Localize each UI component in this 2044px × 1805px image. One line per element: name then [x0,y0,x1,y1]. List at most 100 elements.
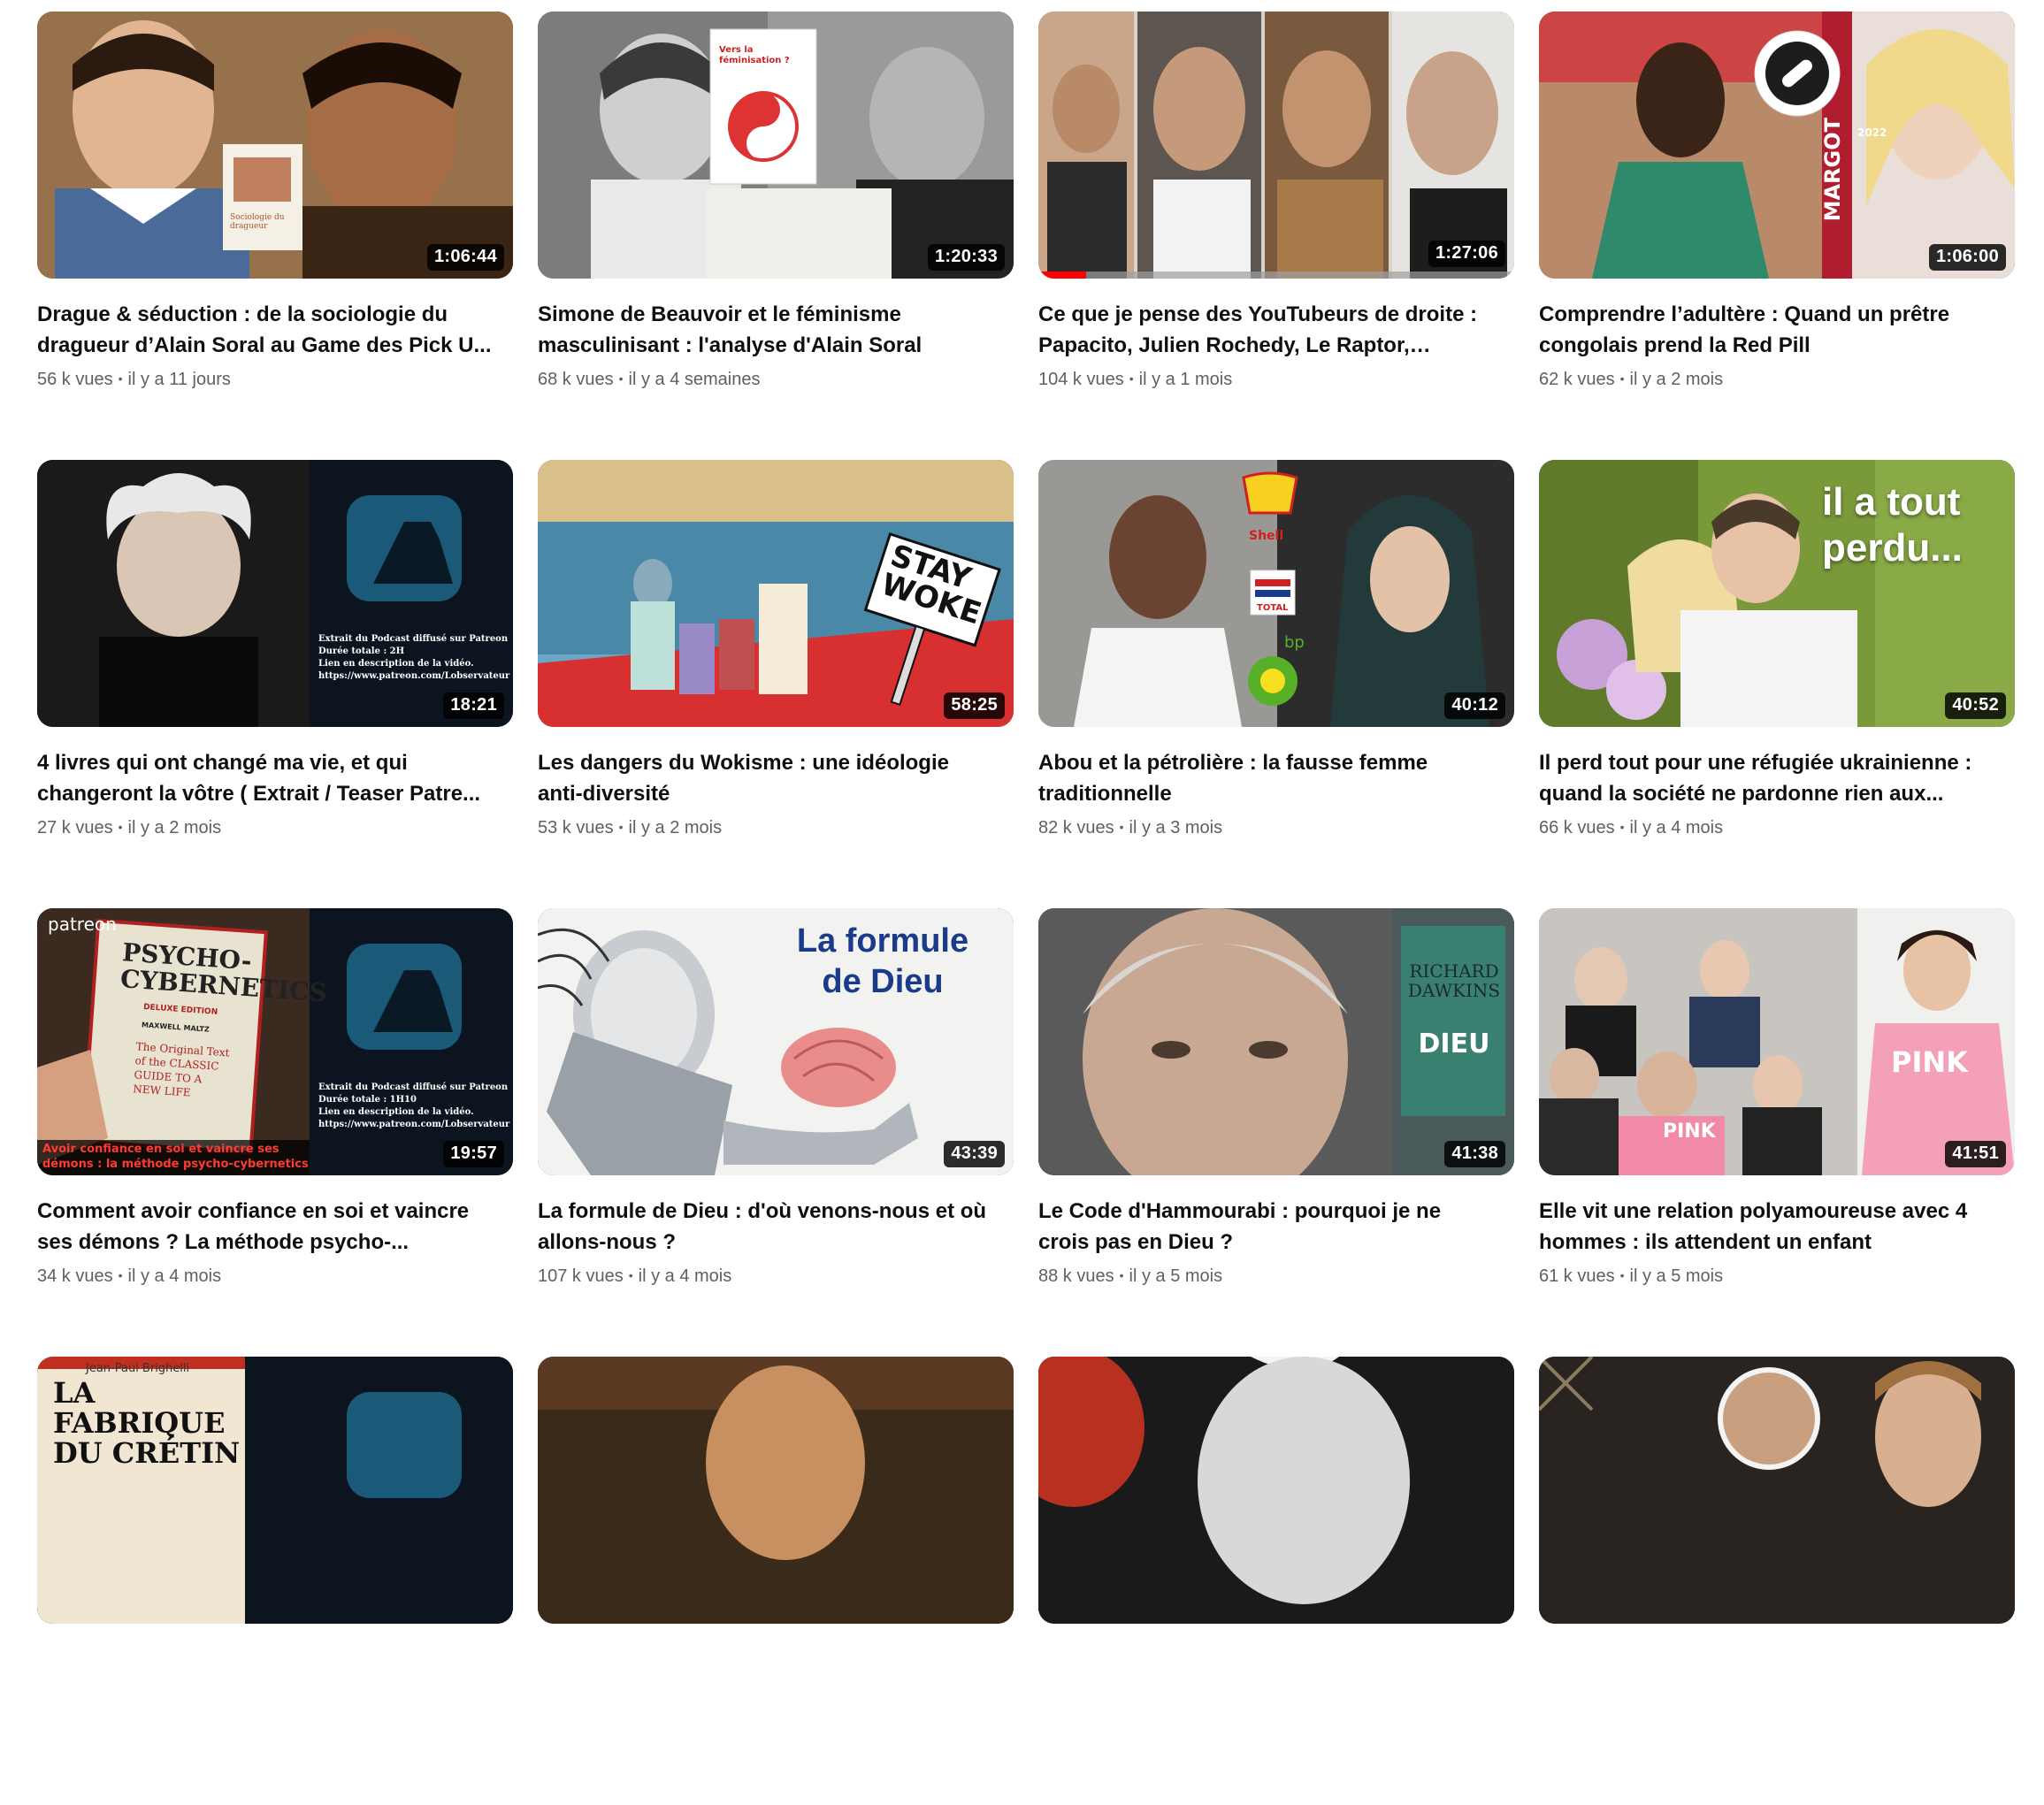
upload-age: il y a 5 mois [1129,1266,1223,1286]
video-meta: 66 k vues • il y a 4 mois [1539,818,2015,838]
duration-badge: 1:20:33 [927,244,1005,271]
video-title[interactable]: Abou et la pétrolière : la fausse femme … [1038,747,1514,809]
video-thumbnail[interactable] [1539,1357,2015,1624]
thumbnail-image [1539,1357,2015,1624]
video-meta: 107 k vues • il y a 4 mois [538,1266,1014,1287]
video-card[interactable]: STAY WOKE 58:25 Les dangers du Wokisme :… [538,460,1014,908]
video-title[interactable]: Simone de Beauvoir et le féminisme mascu… [538,299,1014,361]
brand-text: bp [1284,633,1305,652]
view-count: 68 k vues [538,370,614,389]
duration-badge: 1:06:00 [1928,244,2006,271]
video-title[interactable]: La formule de Dieu : d'où venons-nous et… [538,1196,1014,1258]
video-title[interactable]: Ce que je pense des YouTubeurs de droite… [1038,299,1514,361]
video-card[interactable]: La formule de Dieu 43:39 La formule de D… [538,908,1014,1357]
video-title[interactable]: Il perd tout pour une réfugiée ukrainien… [1539,747,2015,809]
upload-age: il y a 2 mois [1629,370,1724,389]
video-title[interactable]: Le Code d'Hammourabi : pourquoi je ne cr… [1038,1196,1514,1258]
video-title[interactable]: Elle vit une relation polyamoureuse avec… [1539,1196,2015,1258]
video-thumbnail[interactable]: Extrait du Podcast diffusé sur Patreon D… [37,460,513,727]
shirt-text: PINK [1663,1120,1716,1143]
video-thumbnail[interactable]: il a tout perdu... 40:52 [1539,460,2015,727]
video-thumbnail[interactable]: STAY WOKE 58:25 [538,460,1014,727]
thumbnail-image [1038,460,1514,727]
view-count: 107 k vues [538,1266,624,1286]
video-title[interactable]: Comprendre l’adultère : Quand un prêtre … [1539,299,2015,361]
video-meta: 88 k vues • il y a 5 mois [1038,1266,1514,1287]
year-text: 2022 [1857,126,1887,139]
video-thumbnail[interactable]: Shell TOTAL bp 40:12 [1038,460,1514,727]
video-title[interactable]: Drague & séduction : de la sociologie du… [37,299,513,361]
video-card[interactable]: MARGOT 2022 1:06:00 Comprendre l’adultèr… [1539,11,2015,460]
video-card[interactable]: Extrait du Podcast diffusé sur Patreon D… [37,460,513,908]
video-thumbnail[interactable]: 1:27:06 [1038,11,1514,279]
video-meta: 53 k vues • il y a 2 mois [538,818,1014,838]
video-card[interactable]: RICHARD DAWKINS DIEU 41:38 Le Code d'Ham… [1038,908,1514,1357]
upload-age: il y a 5 mois [1629,1266,1724,1286]
view-count: 61 k vues [1539,1266,1615,1286]
video-card[interactable]: il a tout perdu... 40:52 Il perd tout po… [1539,460,2015,908]
video-thumbnail[interactable]: Sociologie du dragueur 1:06:44 [37,11,513,279]
separator-dot: • [1129,371,1134,386]
duration-badge: 1:27:06 [1428,241,1505,267]
video-thumbnail[interactable]: patreon PSYCHO-CYBERNETICS DELUXE EDITIO… [37,908,513,1175]
video-card[interactable]: Shell TOTAL bp 40:12 Abou et la pétroliè… [1038,460,1514,908]
view-count: 56 k vues [37,370,113,389]
video-thumbnail[interactable]: RICHARD DAWKINS DIEU 41:38 [1038,908,1514,1175]
view-count: 104 k vues [1038,370,1124,389]
video-meta: 61 k vues • il y a 5 mois [1539,1266,2015,1287]
brand-text: Shell [1249,529,1284,543]
video-thumbnail[interactable]: Vers la féminisation ? 1:20:33 [538,11,1014,279]
separator-dot: • [618,820,624,834]
video-meta: 27 k vues • il y a 2 mois [37,818,513,838]
video-title[interactable]: 4 livres qui ont changé ma vie, et qui c… [37,747,513,809]
book-title-text: PSYCHO-CYBERNETICS [119,937,328,1008]
video-card[interactable]: PINK PINK 41:51 Elle vit une relation po… [1539,908,2015,1357]
caption-line: https://www.patreon.com/Lobservateur [318,1120,510,1129]
brand-vertical-text: MARGOT [1820,118,1845,222]
upload-age: il y a 3 mois [1129,818,1223,837]
view-count: 27 k vues [37,818,113,837]
bottom-caption: Avoir confiance en soi et vaincre ses dé… [42,1142,309,1172]
caption-line: https://www.patreon.com/Lobservateur [318,671,510,681]
caption-line: Durée totale : 1H10 [318,1095,417,1105]
caption-line: Lien en description de la vidéo. [318,659,474,669]
video-card[interactable]: Sociologie du dragueur 1:06:44 Drague & … [37,11,513,460]
upload-age: il y a 1 mois [1138,370,1233,389]
book-title-text: Sociologie du dragueur [230,213,285,231]
video-card[interactable]: patreon PSYCHO-CYBERNETICS DELUXE EDITIO… [37,908,513,1357]
video-card[interactable] [1038,1357,1514,1805]
view-count: 62 k vues [1539,370,1615,389]
patreon-caption: Extrait du Podcast diffusé sur Patreon D… [318,1082,509,1131]
shirt-text: PINK [1891,1045,1968,1079]
video-card[interactable] [538,1357,1014,1805]
video-thumbnail[interactable]: PINK PINK 41:51 [1539,908,2015,1175]
thumbnail-image [1539,908,2015,1175]
upload-age: il y a 4 mois [127,1266,222,1286]
caption-line: Durée totale : 2H [318,646,405,656]
video-title[interactable]: Comment avoir confiance en soi et vaincr… [37,1196,513,1258]
thumbnail-image [538,1357,1014,1624]
video-thumbnail[interactable] [1038,1357,1514,1624]
book-tag-text: The Original Text of the CLASSIC GUIDE T… [132,1040,230,1099]
book-author-text: Jean-Paul Brighelli [86,1362,190,1375]
book-title-text: Vers la féminisation ? [719,45,790,65]
video-meta: 82 k vues • il y a 3 mois [1038,818,1514,838]
video-meta: 104 k vues • il y a 1 mois [1038,370,1514,390]
book-title-text: DIEU [1418,1029,1490,1059]
video-card[interactable]: Jean-Paul Brighelli LA FABRIQUE DU CRÉTI… [37,1357,513,1805]
duration-badge: 18:21 [443,692,504,719]
video-card[interactable]: Vers la féminisation ? 1:20:33 Simone de… [538,11,1014,460]
video-title[interactable]: Les dangers du Wokisme : une idéologie a… [538,747,1014,809]
video-card[interactable] [1539,1357,2015,1805]
book-title-text: LA FABRIQUE DU CRÉTIN [53,1376,241,1470]
duration-badge: 41:51 [1945,1141,2006,1167]
caption-line: Extrait du Podcast diffusé sur Patreon [318,634,509,644]
duration-badge: 1:06:44 [426,244,504,271]
view-count: 66 k vues [1539,818,1615,837]
thumbnail-image [1038,11,1514,279]
video-thumbnail[interactable]: MARGOT 2022 1:06:00 [1539,11,2015,279]
video-thumbnail[interactable]: La formule de Dieu 43:39 [538,908,1014,1175]
video-card[interactable]: 1:27:06 Ce que je pense des YouTubeurs d… [1038,11,1514,460]
video-thumbnail[interactable] [538,1357,1014,1624]
video-thumbnail[interactable]: Jean-Paul Brighelli LA FABRIQUE DU CRÉTI… [37,1357,513,1624]
